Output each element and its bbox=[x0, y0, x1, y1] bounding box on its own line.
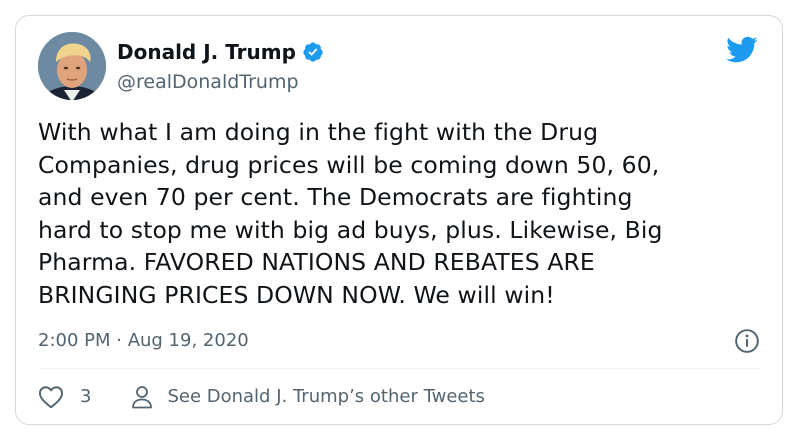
like-count: 3 bbox=[80, 386, 92, 407]
heart-icon bbox=[38, 386, 64, 409]
tweet-timestamp[interactable]: 2:00 PM · Aug 19, 2020 bbox=[38, 329, 249, 353]
avatar[interactable] bbox=[38, 32, 106, 100]
author-name[interactable]: Donald J. Trump bbox=[117, 40, 296, 64]
author-handle[interactable]: @realDonaldTrump bbox=[117, 70, 299, 94]
tweet-line: With what I am doing in the fight with t… bbox=[38, 118, 599, 146]
verified-badge-icon bbox=[302, 41, 324, 63]
tweet-line: hard to stop me with big ad buys, plus. … bbox=[38, 215, 663, 244]
avatar-photo bbox=[38, 32, 106, 100]
tweet-line: BRINGING PRICES DOWN NOW. We will win! bbox=[38, 280, 555, 309]
other-tweets-label: See Donald J. Trump’s other Tweets bbox=[167, 386, 485, 407]
twitter-bird-icon[interactable] bbox=[726, 36, 758, 64]
other-tweets-link[interactable]: See Donald J. Trump’s other Tweets bbox=[131, 385, 485, 409]
tweet-line: and even 70 per cent. The Democrats are … bbox=[38, 183, 633, 211]
person-icon bbox=[132, 386, 153, 409]
tweet-line: Companies, drug prices will be coming do… bbox=[38, 150, 660, 179]
tweet-card: Donald J. Trump @realDonaldTrump With wh… bbox=[15, 15, 783, 425]
tweet-actions: 3 See Donald J. Trump’s other Tweets bbox=[38, 383, 485, 411]
like-button[interactable]: 3 bbox=[38, 385, 91, 409]
tweet-text: With what I am doing in the fight with t… bbox=[38, 116, 768, 311]
divider bbox=[38, 368, 760, 369]
info-icon[interactable] bbox=[734, 328, 760, 354]
author-name-row: Donald J. Trump bbox=[117, 40, 324, 64]
tweet-line: Pharma. FAVORED NATIONS AND REBATES ARE bbox=[38, 248, 595, 276]
